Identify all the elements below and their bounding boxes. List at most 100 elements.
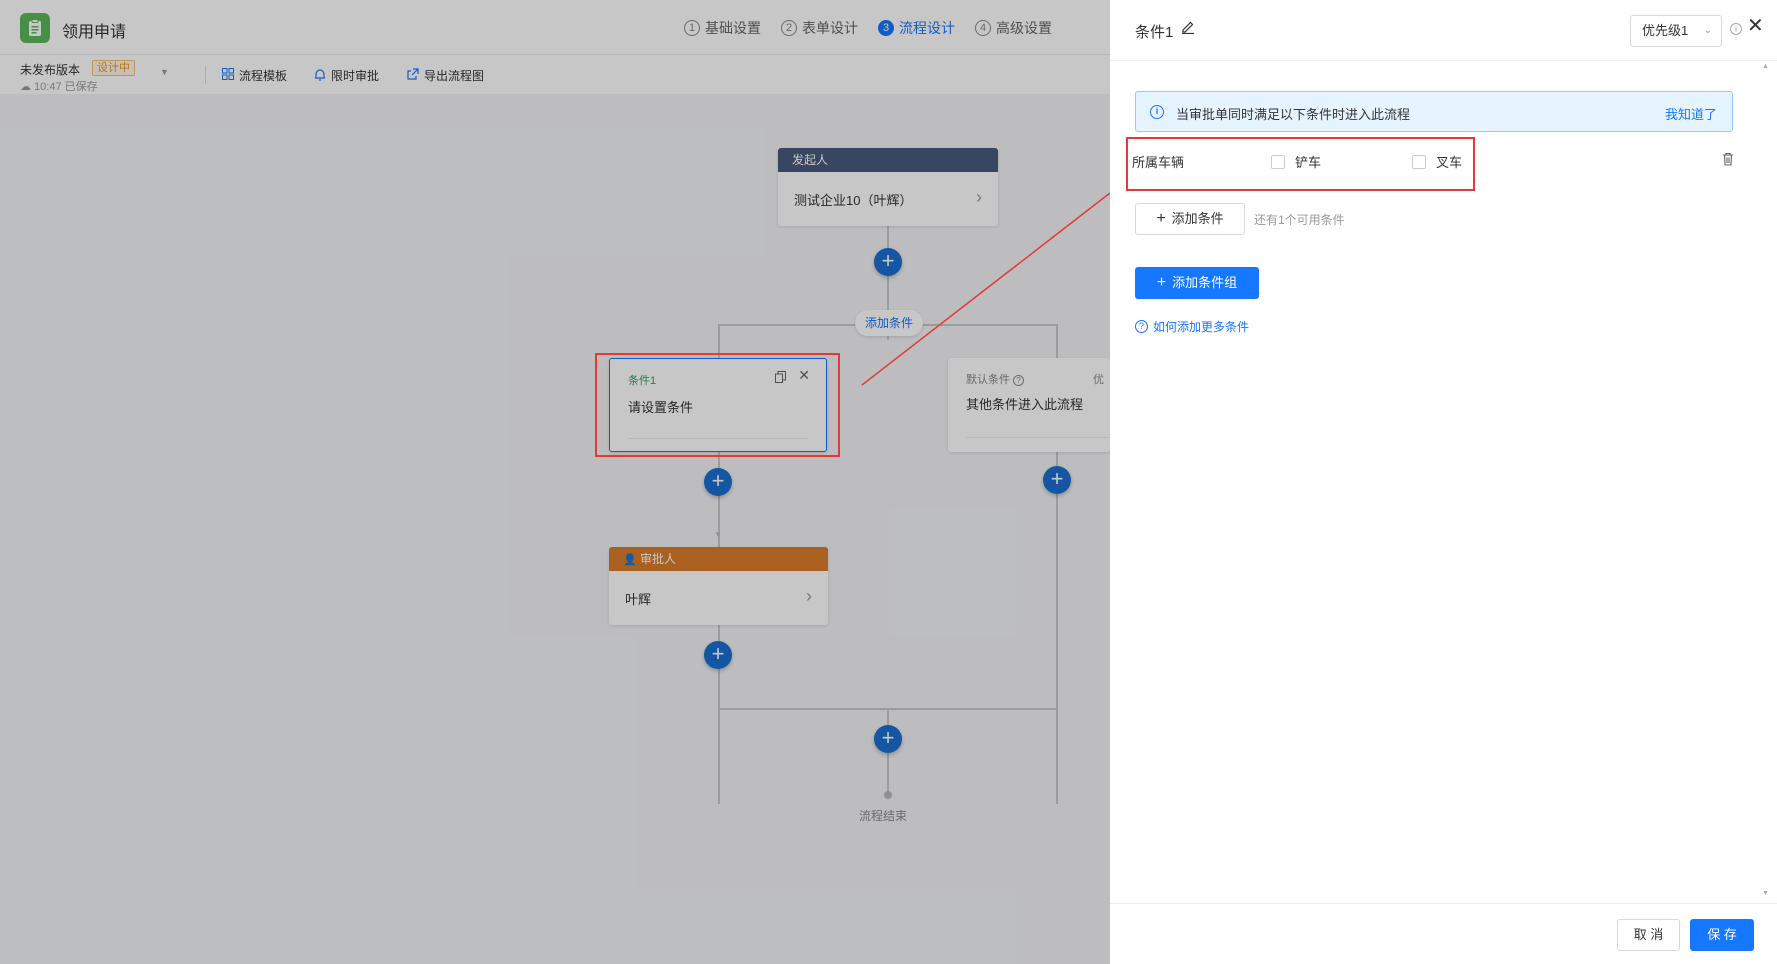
edit-icon[interactable] bbox=[1181, 20, 1195, 37]
scroll-track[interactable] bbox=[1762, 75, 1768, 885]
button-label: 添加条件 bbox=[1171, 211, 1224, 226]
checkbox[interactable] bbox=[1412, 154, 1426, 169]
save-button[interactable]: 保 存 bbox=[1690, 919, 1754, 951]
step-label: 基础设置 bbox=[705, 20, 761, 36]
trash-icon[interactable] bbox=[1722, 152, 1734, 166]
toolbar: 未发布版本 设计中 ☁ 10:47 已保存 ▼ 流程模板 限时审批 导出流程图 bbox=[0, 54, 1110, 94]
approver-node[interactable]: 👤 审批人 叶辉 › bbox=[609, 547, 828, 625]
flow-canvas: 发起人 测试企业10（叶辉） › + 添加条件 条件1 请设置条件 ✕ 默认条件… bbox=[0, 94, 1110, 964]
copy-icon[interactable] bbox=[775, 371, 786, 383]
add-node-button[interactable]: + bbox=[874, 248, 902, 276]
step-tabs: 1 基础设置 2 表单设计 3 流程设计 4 高级设置 bbox=[684, 18, 1052, 38]
info-icon: i bbox=[1150, 105, 1164, 119]
node-text: 测试企业10（叶辉） bbox=[794, 193, 913, 208]
chevron-down-icon: ⌄ bbox=[1703, 25, 1712, 36]
tab-flow-design[interactable]: 3 流程设计 bbox=[878, 18, 955, 38]
checkbox-pallet-truck[interactable]: 叉车 bbox=[1412, 152, 1462, 171]
save-status-text: 10:47 已保存 bbox=[34, 81, 98, 93]
step-number: 4 bbox=[975, 20, 991, 36]
step-label: 高级设置 bbox=[996, 20, 1052, 36]
add-condition-group-button[interactable]: + 添加条件组 bbox=[1135, 267, 1259, 299]
node-body: 叶辉 › bbox=[609, 571, 828, 626]
info-icon: i bbox=[1730, 23, 1742, 35]
tab-form-design[interactable]: 2 表单设计 bbox=[781, 18, 858, 38]
user-icon: 👤 bbox=[623, 554, 637, 566]
condition-text: 其他条件进入此流程 bbox=[966, 397, 1084, 412]
node-header: 发起人 bbox=[778, 148, 998, 172]
condition-card-1[interactable]: 条件1 请设置条件 ✕ bbox=[609, 358, 827, 452]
scroll-up-icon[interactable]: ▲ bbox=[1762, 63, 1769, 70]
priority-select[interactable]: 优先级1 ⌄ bbox=[1630, 15, 1722, 47]
help-link[interactable]: ? 如何添加更多条件 bbox=[1135, 318, 1249, 335]
condition-title: 默认条件 ? bbox=[966, 371, 1025, 387]
bell-icon bbox=[314, 68, 326, 84]
add-node-button[interactable]: + bbox=[704, 468, 732, 496]
flow-designer: 领用申请 1 基础设置 2 表单设计 3 流程设计 4 高级设置 未发布版本 设… bbox=[0, 0, 1111, 964]
status-badge: 设计中 bbox=[92, 60, 135, 76]
step-label: 流程设计 bbox=[899, 20, 955, 36]
version-dropdown-icon[interactable]: ▼ bbox=[160, 67, 169, 77]
help-link-text: 如何添加更多条件 bbox=[1153, 320, 1250, 334]
condition-row: 所属车辆 铲车 叉车 bbox=[1132, 150, 1732, 172]
chevron-right-icon: › bbox=[806, 586, 812, 606]
divider bbox=[205, 66, 206, 84]
top-bar: 领用申请 1 基础设置 2 表单设计 3 流程设计 4 高级设置 bbox=[0, 0, 1110, 54]
condition-title-text: 默认条件 bbox=[966, 374, 1010, 386]
arrow-down-icon: ▼ bbox=[714, 530, 722, 539]
node-text: 叶辉 bbox=[625, 592, 652, 607]
add-node-button[interactable]: + bbox=[704, 641, 732, 669]
scrollbar[interactable]: ▲ ▼ bbox=[1759, 61, 1771, 899]
condition-field-label: 所属车辆 bbox=[1132, 155, 1185, 170]
add-condition-pill[interactable]: 添加条件 bbox=[855, 310, 923, 336]
step-number: 3 bbox=[878, 20, 894, 36]
node-body: 测试企业10（叶辉） › bbox=[778, 172, 998, 227]
app-title: 领用申请 bbox=[62, 24, 127, 41]
version-title: 未发布版本 bbox=[20, 63, 81, 77]
checkbox-forklift[interactable]: 铲车 bbox=[1271, 152, 1321, 171]
scroll-down-icon[interactable]: ▼ bbox=[1762, 890, 1769, 897]
flow-template-button[interactable]: 流程模板 bbox=[222, 67, 287, 84]
add-node-button[interactable]: + bbox=[874, 725, 902, 753]
help-icon: ? bbox=[1013, 375, 1025, 386]
close-icon[interactable]: ✕ bbox=[798, 367, 810, 384]
clipboard-icon bbox=[20, 13, 50, 43]
divider bbox=[966, 437, 1110, 438]
add-node-button[interactable]: + bbox=[1043, 466, 1071, 494]
checkbox-label: 铲车 bbox=[1295, 155, 1322, 170]
checkbox-label: 叉车 bbox=[1436, 155, 1463, 170]
drawer-header: 条件1 优先级1 ⌄ i ✕ bbox=[1110, 0, 1777, 61]
node-header: 👤 审批人 bbox=[609, 547, 828, 571]
end-dot bbox=[884, 791, 892, 799]
info-notice: i 当审批单同时满足以下条件时进入此流程 我知道了 bbox=[1135, 91, 1733, 132]
remaining-conditions-text: 还有1个可用条件 bbox=[1254, 213, 1345, 227]
close-icon[interactable]: ✕ bbox=[1747, 13, 1764, 38]
default-condition-card[interactable]: 默认条件 ? 优 其他条件进入此流程 bbox=[948, 358, 1110, 452]
condition-title: 条件1 bbox=[628, 375, 657, 387]
priority-label: 优 bbox=[1093, 374, 1104, 386]
export-flowchart-button[interactable]: 导出流程图 bbox=[407, 67, 484, 84]
priority-value: 优先级1 bbox=[1642, 23, 1689, 38]
condition-text: 请设置条件 bbox=[628, 400, 694, 415]
got-it-link[interactable]: 我知道了 bbox=[1665, 104, 1717, 123]
cancel-button[interactable]: 取 消 bbox=[1617, 919, 1680, 951]
grid-icon bbox=[222, 68, 234, 83]
checkbox[interactable] bbox=[1271, 154, 1285, 169]
divider bbox=[628, 438, 808, 439]
tab-advanced-settings[interactable]: 4 高级设置 bbox=[975, 18, 1052, 38]
tool-label: 限时审批 bbox=[331, 69, 380, 83]
time-limit-approval-button[interactable]: 限时审批 bbox=[314, 67, 379, 84]
question-icon: ? bbox=[1135, 320, 1148, 333]
step-number: 2 bbox=[781, 20, 797, 36]
export-icon bbox=[407, 68, 419, 83]
plus-icon: + bbox=[1156, 210, 1166, 227]
drawer-title: 条件1 bbox=[1135, 24, 1174, 41]
end-label: 流程结束 bbox=[859, 809, 908, 823]
tab-basic-settings[interactable]: 1 基础设置 bbox=[684, 18, 761, 38]
condition-drawer: 条件1 优先级1 ⌄ i ✕ i 当审批单同时满足以下条件时进入此流程 我知道了… bbox=[1110, 0, 1777, 964]
node-header-text: 审批人 bbox=[640, 552, 677, 566]
initiator-node[interactable]: 发起人 测试企业10（叶辉） › bbox=[778, 148, 998, 226]
add-condition-button[interactable]: + 添加条件 bbox=[1135, 203, 1245, 235]
step-label: 表单设计 bbox=[802, 20, 858, 36]
button-label: 添加条件组 bbox=[1172, 275, 1238, 290]
drawer-footer: 取 消 保 存 bbox=[1110, 903, 1777, 964]
